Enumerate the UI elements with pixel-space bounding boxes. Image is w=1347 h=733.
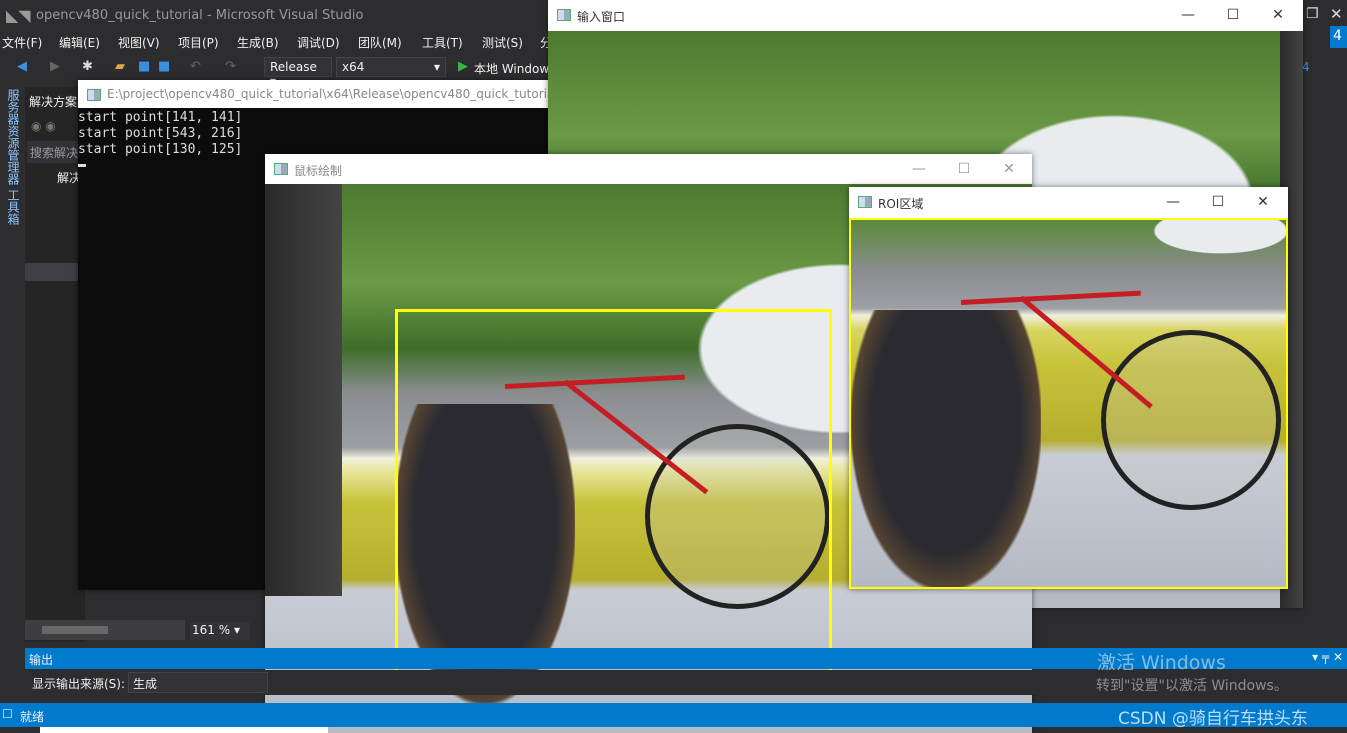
minimize-button[interactable]: — (1158, 191, 1188, 213)
counter: 4 (1302, 60, 1310, 74)
panel-controls-icon[interactable]: ▾ ╤ ✕ (1312, 650, 1343, 664)
draw-title-bar: 鼠标绘制 — ☐ ✕ (265, 154, 1032, 184)
draw-title: 鼠标绘制 (294, 164, 343, 178)
selected-tree-item[interactable] (25, 263, 85, 281)
minimize-button[interactable]: — (904, 158, 934, 180)
menu-build[interactable]: 生成(B) (237, 34, 279, 51)
forward-icon[interactable]: ▶ (50, 59, 60, 74)
config-dropdown[interactable]: Release ▾ (264, 57, 332, 88)
roi-title-bar: ROI区域 — ☐ ✕ (849, 187, 1288, 217)
new-project-icon[interactable]: ✱ (82, 59, 93, 74)
close-icon[interactable]: ✕ (1330, 5, 1343, 23)
menu-team[interactable]: 团队(M) (358, 34, 402, 51)
save-all-icon[interactable]: ■ (158, 59, 170, 74)
roi-image (849, 218, 1288, 589)
menu-edit[interactable]: 编辑(E) (59, 34, 100, 51)
zoom-dropdown[interactable]: 161 % ▾ (190, 622, 250, 640)
activate-windows-hint: 转到"设置"以激活 Windows。 (1096, 678, 1288, 694)
visual-studio-logo-icon: ◣◥ (6, 6, 31, 25)
window-title: opencv480_quick_tutorial - Microsoft Vis… (36, 8, 364, 23)
minimize-button[interactable]: — (1173, 4, 1203, 26)
menu-debug[interactable]: 调试(D) (297, 34, 340, 51)
zoom-value: 161 % (192, 623, 231, 637)
save-icon[interactable]: ■ (138, 59, 150, 74)
config-value: Release (270, 60, 317, 74)
output-source-value: 生成 (133, 677, 158, 691)
window-icon (274, 163, 288, 175)
nav-icons[interactable]: ◉ ◉ (31, 119, 56, 133)
run-label[interactable]: 本地 Windows (474, 60, 555, 77)
maximize-button[interactable]: ☐ (1218, 4, 1248, 26)
console-icon (87, 89, 101, 101)
status-icon: ☐ (2, 707, 13, 721)
output-panel-header: 输出 激活 Windows ▾ ╤ ✕ (25, 648, 1347, 674)
taskbar-strip (40, 727, 328, 733)
restore-icon[interactable]: ❐ (1306, 6, 1319, 22)
input-title: 输入窗口 (577, 10, 626, 24)
menu-test[interactable]: 测试(S) (482, 34, 523, 51)
output-title: 输出 (29, 653, 54, 667)
close-button[interactable]: ✕ (1248, 191, 1278, 213)
roi-window: ROI区域 — ☐ ✕ (849, 187, 1288, 589)
search-solution-input[interactable]: 搜索解决 (27, 141, 85, 163)
roi-title: ROI区域 (878, 197, 924, 211)
horizontal-scrollbar[interactable] (25, 620, 185, 640)
console-line: start point[130, 125] (78, 142, 243, 157)
cursor (78, 164, 86, 167)
solution-title: 解决方案 (29, 95, 78, 109)
badge: 4 (1330, 26, 1347, 48)
console-title: E:\project\opencv480_quick_tutorial\x64\… (107, 87, 583, 101)
maximize-button[interactable]: ☐ (949, 158, 979, 180)
status-bar: ☐ 就绪 CSDN @骑自行车拱头东 (0, 703, 1347, 729)
console-title-bar: E:\project\opencv480_quick_tutorial\x64\… (78, 80, 583, 108)
platform-value: x64 (342, 60, 365, 74)
window-icon (858, 196, 872, 208)
play-icon[interactable]: ▶ (458, 59, 468, 74)
undo-icon[interactable]: ↶ (190, 59, 201, 74)
menu-view[interactable]: 视图(V) (118, 34, 160, 51)
redo-icon[interactable]: ↷ (225, 59, 236, 74)
close-button[interactable]: ✕ (994, 158, 1024, 180)
window-icon (557, 9, 571, 21)
status-text: 就绪 (20, 710, 45, 724)
back-icon[interactable]: ◀ (17, 59, 27, 74)
solution-explorer: 解决方案 ◉ ◉ 搜索解决 解决 (25, 87, 85, 642)
menu-tools[interactable]: 工具(T) (422, 34, 463, 51)
output-source-label: 显示输出来源(S): (32, 677, 126, 691)
close-button[interactable]: ✕ (1263, 4, 1293, 26)
console-line: start point[141, 141] (78, 110, 243, 125)
output-source-dropdown[interactable]: 生成 (128, 672, 268, 693)
console-line: start point[543, 216] (78, 126, 243, 141)
roi-selection-rectangle (395, 309, 832, 681)
csdn-watermark: CSDN @骑自行车拱头东 (1118, 709, 1308, 729)
open-folder-icon[interactable]: ▰ (115, 59, 125, 74)
maximize-button[interactable]: ☐ (1203, 191, 1233, 213)
side-tab-strip[interactable]: 服务器资源管理器 工具箱 (0, 85, 22, 695)
input-title-bar: 输入窗口 — ☐ ✕ (548, 0, 1303, 30)
platform-dropdown[interactable]: x64 ▾ (336, 57, 446, 77)
output-source-row: 显示输出来源(S): 生成 转到"设置"以激活 Windows。 (25, 670, 1347, 695)
menu-file[interactable]: 文件(F) (2, 34, 42, 51)
menu-project[interactable]: 项目(P) (178, 34, 219, 51)
